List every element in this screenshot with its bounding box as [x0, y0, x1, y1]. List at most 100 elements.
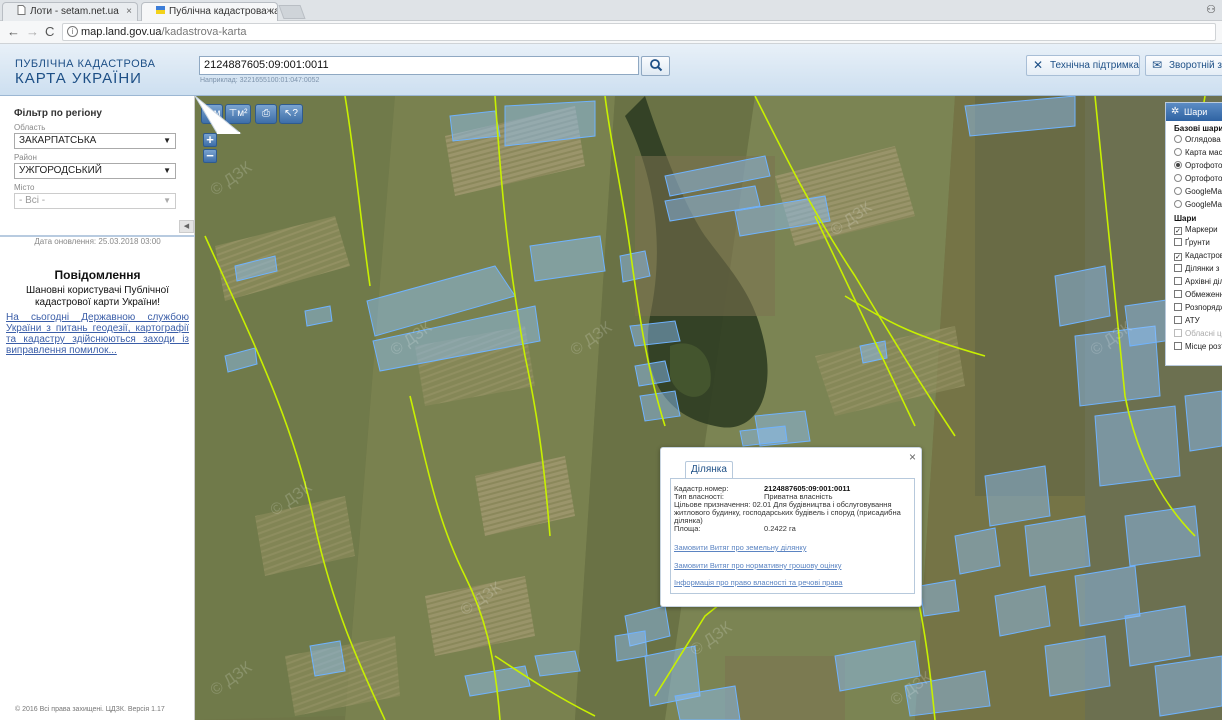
page-icon [17, 4, 26, 15]
base-layer-label: Ортофотоплани [1185, 161, 1222, 170]
tools-icon: ✕ [1033, 58, 1044, 72]
overlay-layer-label: Обмеження [1185, 290, 1222, 299]
ownership-info-link[interactable]: Інформація про право власності та речові… [674, 578, 843, 587]
checkbox[interactable] [1174, 264, 1182, 272]
overlay-layer-label: Ґрунти [1185, 238, 1210, 247]
info-icon[interactable]: i [67, 26, 78, 37]
radio-button[interactable] [1174, 174, 1182, 182]
message-greeting: Шановні користувачі Публічної кадастрово… [26, 285, 169, 308]
overlay-layer-label: Ділянки з [1185, 264, 1220, 273]
overlay-layers-title: Шари [1174, 214, 1197, 223]
filter-title: Фільтр по регіону [14, 108, 102, 119]
identify-button[interactable]: ↖? [279, 104, 303, 124]
collapse-sidebar-button[interactable]: ◀ [179, 220, 194, 233]
purpose-row: Цільове призначення: 02.01 Для будівницт… [674, 501, 910, 525]
radio-button[interactable] [1174, 200, 1182, 208]
checkbox[interactable] [1174, 303, 1182, 311]
feedback-button[interactable]: ✉ Зворотній зв [1145, 55, 1222, 76]
overlay-layer-option[interactable]: Розпорядження [1166, 301, 1222, 314]
reload-icon[interactable]: C [45, 24, 54, 40]
region-select[interactable]: ЗАКАРПАТСЬКА ▼ [14, 133, 176, 149]
checkbox[interactable] [1174, 277, 1182, 285]
district-label: Район [14, 153, 37, 162]
order-extract-link[interactable]: Замовити Витяг про земельну ділянку [674, 543, 807, 552]
overlay-layer-option[interactable]: АТУ [1166, 314, 1222, 327]
logo-line1: ПУБЛІЧНА КАДАСТРОВА [15, 58, 156, 70]
overlay-layer-option[interactable]: ✓Кадастрові поділ [1166, 249, 1222, 262]
url-path: /kadastrova-karta [161, 26, 247, 38]
radio-button[interactable] [1174, 187, 1182, 195]
base-layer-option[interactable]: GoogleMaps [1166, 185, 1222, 198]
checkbox[interactable] [1174, 342, 1182, 350]
print-button[interactable]: ⎙ [255, 104, 277, 124]
overlay-layer-option[interactable]: Ґрунти [1166, 236, 1222, 249]
base-layer-option[interactable]: Ортофотоплани [1166, 159, 1222, 172]
overlay-layer-option[interactable]: Обласні центри [1166, 327, 1222, 340]
search-button[interactable] [641, 56, 670, 76]
overlay-layer-option[interactable]: Обмеження [1166, 288, 1222, 301]
overlay-layer-option[interactable]: Ділянки з [1166, 262, 1222, 275]
tab-parcel[interactable]: Ділянка [685, 461, 733, 478]
overlay-layer-label: Місце розташування [1185, 342, 1222, 351]
checkbox[interactable] [1174, 238, 1182, 246]
base-layer-option[interactable]: GoogleMaps Satellite [1166, 198, 1222, 211]
checkbox[interactable]: ✓ [1174, 227, 1182, 235]
checkbox[interactable] [1174, 316, 1182, 324]
radio-button[interactable] [1174, 135, 1182, 143]
overlay-layer-option[interactable]: Місце розташування [1166, 340, 1222, 353]
tab-title: Публічна кадастрова ка [169, 6, 278, 17]
browser-tab-setam[interactable]: Лоти - setam.net.ua × [2, 2, 138, 21]
overlay-layer-option[interactable]: ✓ Маркери [1166, 223, 1222, 236]
search-input[interactable]: 2124887605:09:001:0011 [199, 56, 639, 75]
checkbox[interactable] [1174, 290, 1182, 298]
forward-icon[interactable]: → [26, 24, 39, 40]
region-value: ЗАКАРПАТСЬКА [19, 135, 97, 146]
city-select[interactable]: - Всі - ▼ [14, 193, 176, 209]
district-select[interactable]: УЖГОРОДСЬКИЙ ▼ [14, 163, 176, 179]
message-link[interactable]: На сьогодні Державною службою України з … [6, 312, 189, 356]
radio-button[interactable] [1174, 161, 1182, 169]
order-valuation-link[interactable]: Замовити Витяг про нормативну грошову оц… [674, 561, 841, 570]
checkbox[interactable]: ✓ [1174, 253, 1182, 261]
map-view[interactable]: © ДЗК © ДЗК © ДЗК © ДЗК © ДЗК © ДЗК © ДЗ… [195, 96, 1222, 720]
base-layer-label: Карта масштабу [1185, 148, 1222, 157]
zoom-out-button[interactable]: − [203, 149, 217, 163]
copyright: © 2016 Всі права захищені. ЦДЗК. Версія … [15, 706, 165, 713]
back-icon[interactable]: ← [7, 24, 20, 40]
district-value: УЖГОРОДСЬКИЙ [19, 165, 102, 176]
close-tab-icon[interactable]: × [266, 3, 272, 21]
chevron-down-icon: ▼ [163, 166, 171, 175]
close-icon[interactable]: × [909, 450, 916, 464]
tab-title: Лоти - setam.net.ua [30, 6, 119, 17]
profile-icon[interactable]: ⚇ [1206, 3, 1216, 16]
overlay-layer-label: Розпорядження [1185, 303, 1222, 312]
layers-header[interactable]: ✲ Шари [1166, 103, 1222, 121]
ukraine-flag-icon [156, 4, 165, 14]
support-button[interactable]: ✕ Технічна підтримка [1026, 55, 1140, 76]
parcel-popup: × Ділянка Кадастр.номер: 2124887605:09:0… [660, 447, 922, 607]
base-layer-option[interactable]: Карта масштабу [1166, 146, 1222, 159]
address-bar[interactable]: i map.land.gov.ua/kadastrova-karta [62, 23, 1216, 41]
base-layer-option[interactable]: Оглядова [1166, 133, 1222, 146]
browser-toolbar: ← → C i map.land.gov.ua/kadastrova-karta [0, 21, 1222, 44]
base-layer-label: Оглядова [1185, 135, 1221, 144]
browser-tab-kadastr[interactable]: Публічна кадастрова ка × [141, 2, 278, 21]
base-layer-option[interactable]: Ортофотоплани 2012 [1166, 172, 1222, 185]
overlay-layer-option[interactable]: Архівні ділянки [1166, 275, 1222, 288]
popup-body: Кадастр.номер: 2124887605:09:001:0011 Ти… [670, 478, 915, 594]
overlay-layer-label: Архівні ділянки [1185, 277, 1222, 286]
overlay-layer-label: АТУ [1185, 316, 1200, 325]
radio-button[interactable] [1174, 148, 1182, 156]
close-tab-icon[interactable]: × [126, 3, 132, 21]
search-icon [649, 59, 662, 72]
base-layer-label: GoogleMaps Satellite [1185, 200, 1222, 209]
url-host: map.land.gov.ua [81, 26, 162, 38]
message-title: Повідомлення [54, 268, 141, 282]
new-tab-button[interactable] [278, 5, 306, 19]
sidebar: Фільтр по регіону Область ЗАКАРПАТСЬКА ▼ … [0, 96, 195, 720]
popup-pointer [195, 96, 242, 134]
city-label: Місто [14, 183, 35, 192]
checkbox[interactable] [1174, 329, 1182, 337]
layers-panel: ✲ Шари Базові шари Оглядова Карта масштабу… [1165, 102, 1222, 366]
update-date: Дата оновлення: 25.03.2018 03:00 [34, 237, 161, 246]
